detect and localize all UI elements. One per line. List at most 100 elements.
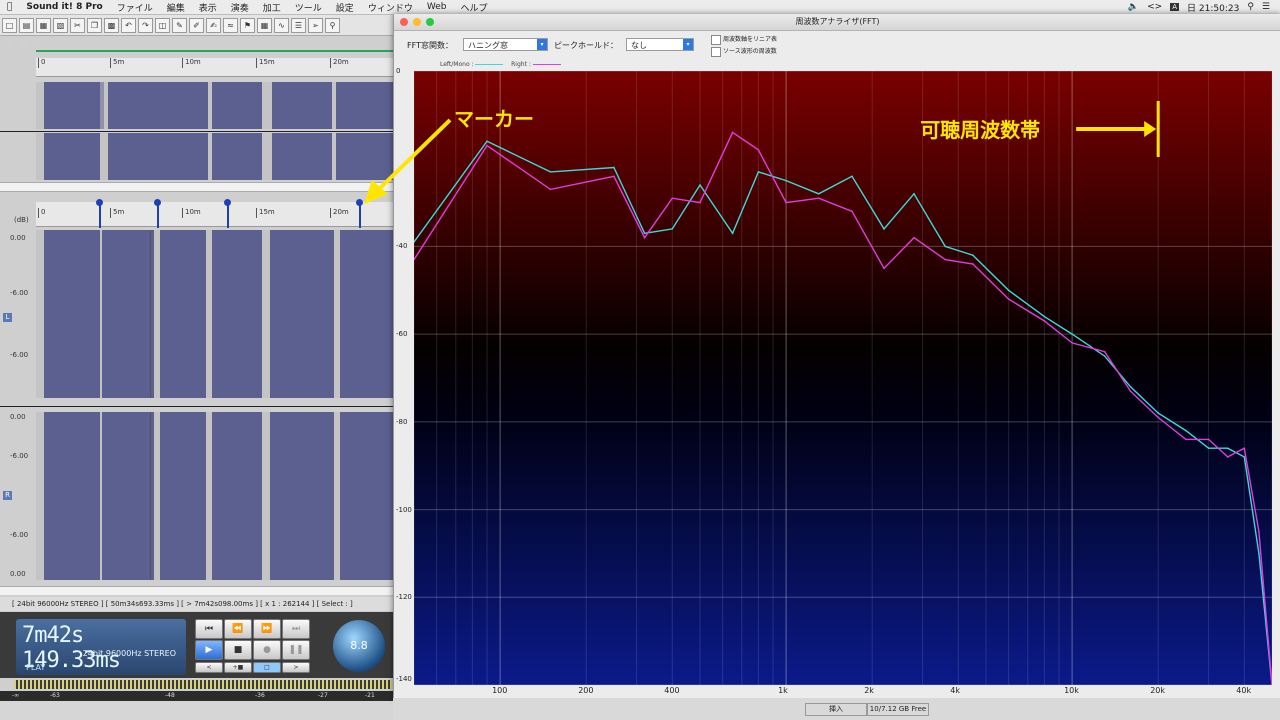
source-freq-checkbox[interactable] <box>711 47 721 57</box>
ruler-tick: 15m <box>256 208 275 218</box>
waveform-left-channel[interactable] <box>36 230 393 398</box>
skip-start-button[interactable]: ⏮ <box>195 619 223 639</box>
legend-left-swatch <box>475 64 504 65</box>
brush-icon[interactable]: ✐ <box>189 17 204 33</box>
main-scrollbar[interactable] <box>0 586 393 595</box>
marker-2[interactable] <box>154 199 161 228</box>
menu-edit[interactable]: 編集 <box>167 1 185 14</box>
channel-right-badge[interactable]: R <box>3 491 12 500</box>
format-readout: 24bit 96000Hz STEREO <box>82 649 176 658</box>
fft-close-button[interactable] <box>400 18 408 26</box>
search-icon[interactable]: ⚲ <box>1247 2 1254 12</box>
input-source-icon[interactable]: A <box>1170 3 1180 11</box>
record-button[interactable]: ● <box>253 640 281 660</box>
cut-icon[interactable]: ✂ <box>70 17 85 33</box>
y-tick-label: -120 <box>396 593 412 602</box>
print-icon[interactable]: ▧ <box>53 17 68 33</box>
overview-ruler[interactable]: 0 5m 10m 15m 20m <box>36 58 393 77</box>
menu-tools[interactable]: ツール <box>295 1 322 14</box>
pointer-icon[interactable]: ➢ <box>308 17 323 33</box>
window-func-select[interactable]: ハニング窓 ▾ <box>463 38 548 51</box>
menu-app-name[interactable]: Sound it! 8 Pro <box>26 2 102 12</box>
save-icon[interactable]: ▦ <box>36 17 51 33</box>
pause-button[interactable]: ❚❚ <box>282 640 310 660</box>
audible-band-label: 可聴周波数帯 <box>920 118 1040 142</box>
main-ruler[interactable]: 0 5m 10m 15m 20m <box>36 199 393 228</box>
peak-hold-select[interactable]: なし ▾ <box>626 38 694 51</box>
insert-button[interactable]: 挿入 <box>805 703 867 716</box>
volume-knob[interactable]: 8.8 <box>333 620 385 672</box>
wave-icon[interactable]: ≈ <box>223 17 238 33</box>
peak-hold-value: なし <box>631 41 647 50</box>
next-range-button[interactable]: > <box>282 662 310 673</box>
overview-progress <box>36 50 393 52</box>
redo-icon[interactable]: ↷ <box>138 17 153 33</box>
source-freq-label: ソース波形の周波数 <box>723 48 777 55</box>
copy-icon[interactable]: ❐ <box>87 17 102 33</box>
ruler-tick: 5m <box>110 58 124 68</box>
menu-window[interactable]: ウィンドウ <box>368 1 413 14</box>
fft-zoom-button[interactable] <box>426 18 434 26</box>
loop-button[interactable]: < <box>195 662 223 673</box>
data-point <box>1129 390 1132 392</box>
data-point <box>972 263 974 265</box>
data-point <box>613 175 615 178</box>
volume-icon[interactable]: 🔈 <box>1128 2 1139 12</box>
apple-icon[interactable]:  <box>7 2 12 12</box>
data-point <box>851 210 853 213</box>
range-button[interactable]: +■ <box>224 662 252 673</box>
marker-3[interactable] <box>224 199 231 228</box>
menu-play[interactable]: 演奏 <box>231 1 249 14</box>
play-button[interactable]: ▶ <box>195 640 223 660</box>
fft-titlebar[interactable]: 周波数アナライザ(FFT) <box>394 14 1280 31</box>
open-icon[interactable]: ▤ <box>19 17 34 33</box>
overview-scrollbar[interactable] <box>0 182 393 192</box>
linear-axis-checkbox[interactable] <box>711 35 721 45</box>
list-view-icon[interactable]: ☰ <box>291 17 306 33</box>
ruler-tick: 10m <box>182 58 201 68</box>
data-point <box>972 254 974 256</box>
menu-settings[interactable]: 設定 <box>336 1 354 14</box>
marker-1[interactable] <box>96 199 103 228</box>
zoom-button[interactable] <box>32 40 40 48</box>
clock[interactable]: 日 21:50:23 <box>1187 1 1239 14</box>
minimize-button[interactable] <box>19 40 27 48</box>
ruler-tick: 15m <box>256 58 275 68</box>
channel-left-badge[interactable]: L <box>3 313 12 322</box>
db-label: 0.00 <box>10 413 26 421</box>
data-point <box>1071 342 1073 344</box>
fast-forward-button[interactable]: ⏩ <box>253 619 281 639</box>
rewind-button[interactable]: ⏪ <box>224 619 252 639</box>
repeat-button[interactable]: □ <box>253 662 281 673</box>
code-icon[interactable]: <> <box>1147 2 1162 12</box>
waveform-right-channel[interactable] <box>36 412 393 580</box>
spectrum-icon[interactable]: ∿ <box>274 17 289 33</box>
data-point <box>1185 438 1187 441</box>
paste-icon[interactable]: ▩ <box>104 17 119 33</box>
marker-annotation-text: マーカー <box>454 107 534 131</box>
edit-icon[interactable]: ✍ <box>206 17 221 33</box>
menu-file[interactable]: ファイル <box>117 1 153 14</box>
new-icon[interactable]: □ <box>2 17 17 33</box>
menu-help[interactable]: ヘルプ <box>460 1 487 14</box>
skip-end-button[interactable]: ⏭ <box>282 619 310 639</box>
overview-wave-left[interactable] <box>36 82 393 129</box>
menu-process[interactable]: 加工 <box>263 1 281 14</box>
x-tick-label: 20k <box>1150 686 1165 695</box>
stop-button[interactable]: ■ <box>224 640 252 660</box>
undo-icon[interactable]: ↶ <box>121 17 136 33</box>
marker-icon[interactable]: ⚑ <box>240 17 255 33</box>
data-point <box>613 166 615 169</box>
x-tick-label: 2k <box>864 686 874 695</box>
menu-web[interactable]: Web <box>427 2 447 12</box>
close-button[interactable] <box>6 40 14 48</box>
grid-icon[interactable]: ▦ <box>257 17 272 33</box>
zoom-icon[interactable]: ⚲ <box>325 17 340 33</box>
fft-minimize-button[interactable] <box>413 18 421 26</box>
pencil-icon[interactable]: ✎ <box>172 17 187 33</box>
menu-view[interactable]: 表示 <box>199 1 217 14</box>
fft-title: 周波数アナライザ(FFT) <box>795 17 880 26</box>
list-icon[interactable]: ☰ <box>1262 2 1270 12</box>
mix-icon[interactable]: ◫ <box>155 17 170 33</box>
overview-wave-right[interactable] <box>36 133 393 180</box>
